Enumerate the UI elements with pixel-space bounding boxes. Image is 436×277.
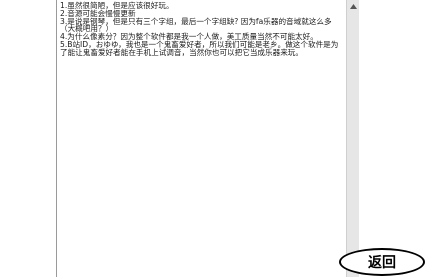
triangle-up-icon: [349, 3, 357, 9]
notes-line-3: 3.是说是钢琴，但是只有三个字组，最后一个字组缺? 因为fa乐器的音域就这么多（…: [60, 16, 332, 34]
notes-text-area[interactable]: 1.虽然很简陋，但是应该很好玩。 2.音源可能会慢慢更新 3.是说是钢琴，但是只…: [57, 0, 345, 277]
back-button[interactable]: 返回: [339, 248, 425, 276]
notes-panel: 1.虽然很简陋，但是应该很好玩。 2.音源可能会慢慢更新 3.是说是钢琴，但是只…: [56, 0, 359, 277]
vertical-scrollbar[interactable]: [346, 0, 359, 277]
notes-line-5: 5.B站ID，おゆゆ，我也是一个鬼畜爱好者，所以我们可能是老乡。做这个软件是为了…: [60, 39, 339, 57]
help-page: 1.虽然很简陋，但是应该很好玩。 2.音源可能会慢慢更新 3.是说是钢琴，但是只…: [0, 0, 436, 277]
scroll-up-button[interactable]: [347, 0, 359, 12]
